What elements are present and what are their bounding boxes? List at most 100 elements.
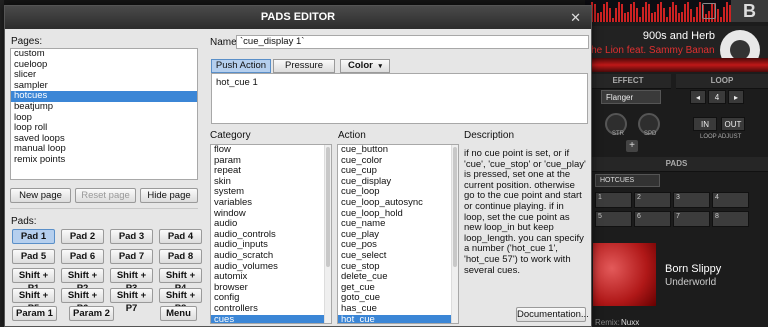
reset-page-button[interactable]: Reset page <box>75 188 136 203</box>
deck-pad-button[interactable]: 7 <box>673 211 710 227</box>
waveform-bar <box>720 16 722 22</box>
deck-pad-button[interactable]: 8 <box>712 211 749 227</box>
pages-list[interactable]: custom cueloop slicer sampler hotcues beatjum… <box>10 48 198 180</box>
list-item[interactable]: variables <box>211 197 331 209</box>
pad-button[interactable]: Pad 1 <box>12 229 55 244</box>
color-dropdown[interactable]: Color ▾ <box>340 59 390 73</box>
action-label: Action <box>338 130 366 141</box>
list-item[interactable]: beatjump <box>11 101 197 113</box>
pad-button[interactable]: Shift + P1 <box>12 268 55 294</box>
deck-pad-button[interactable]: 3 <box>673 192 710 208</box>
tab-push-action[interactable]: Push Action <box>211 59 271 73</box>
waveform-bar <box>696 6 698 22</box>
pad-button[interactable]: Shift + P7 <box>110 288 153 314</box>
waveform-bar <box>693 16 695 22</box>
list-item[interactable]: audio_scratch <box>211 250 331 262</box>
tab-pressure-action[interactable]: Pressure Action <box>273 59 335 83</box>
pad-button[interactable]: Shift + P2 <box>61 268 104 294</box>
deck-artist: The Lion feat. Sammy Bananas <box>585 45 715 56</box>
name-field[interactable]: `cue_display 1` <box>236 35 589 49</box>
waveform-bar <box>681 11 683 22</box>
remix-label: Remix: <box>595 318 620 327</box>
str-label: STR <box>612 131 624 137</box>
waveform-bar <box>657 3 659 22</box>
list-item[interactable]: custom <box>11 49 197 60</box>
dialog-titlebar[interactable]: PADS EDITOR ✕ <box>5 6 591 29</box>
action-script-editor[interactable]: hot_cue 1 <box>211 73 588 124</box>
pad-button[interactable]: Pad 4 <box>159 229 202 244</box>
list-item[interactable]: controllers <box>211 303 331 315</box>
waveform-bar <box>636 8 638 22</box>
waveform-bar <box>603 4 605 22</box>
pad-button[interactable]: Shift + P8 <box>159 288 202 314</box>
hide-page-button[interactable]: Hide page <box>140 188 198 203</box>
deck-pad-number: 2 <box>637 194 641 201</box>
list-item[interactable]: remix points <box>11 154 197 166</box>
pad-button[interactable]: Pad 6 <box>61 249 104 264</box>
pads-mode-select[interactable]: HOTCUES <box>595 174 660 187</box>
pad-button[interactable]: Pad 2 <box>61 229 104 244</box>
scrollbar-thumb[interactable] <box>453 147 457 267</box>
param2-button[interactable]: Param 2 <box>69 306 114 321</box>
param1-button[interactable]: Param 1 <box>12 306 57 321</box>
waveform-bar <box>630 3 632 22</box>
waveform-bar <box>633 2 635 22</box>
deck-pad-number: 1 <box>598 194 602 201</box>
pages-label: Pages: <box>11 36 43 47</box>
waveform-bar <box>609 7 611 22</box>
list-item[interactable]: has_cue <box>338 303 458 315</box>
waveform-bar <box>618 2 620 22</box>
loop-size: 4 <box>708 90 726 104</box>
deck2-title: Born Slippy <box>665 263 722 275</box>
waveform-bar <box>678 13 680 22</box>
deck-letter[interactable]: B <box>731 0 768 22</box>
scrollbar[interactable] <box>451 145 458 323</box>
waveform-bar <box>612 17 614 22</box>
deck-icon[interactable] <box>702 3 716 19</box>
waveform-bar <box>723 6 725 22</box>
waveform-bar <box>651 13 653 22</box>
list-item[interactable]: cue_select <box>338 250 458 262</box>
list-item[interactable]: hot_cue <box>338 314 458 323</box>
list-item[interactable]: cues <box>211 314 331 323</box>
remix-value: Nuxx <box>621 318 640 327</box>
deck2-artist: Underworld <box>665 277 717 288</box>
deck-pad-button[interactable]: 6 <box>634 211 671 227</box>
pads-editor-dialog: PADS EDITOR ✕ Pages: custom cueloop slicer… <box>4 5 592 327</box>
documentation-button[interactable]: Documentation... <box>516 307 589 322</box>
waveform-bar <box>621 4 623 22</box>
deck-pad-number: 4 <box>715 194 719 201</box>
effect-select[interactable]: Flanger <box>601 90 661 104</box>
waveform-bar <box>600 12 602 22</box>
scrollbar-thumb[interactable] <box>326 147 330 267</box>
deck-pad-button[interactable]: 5 <box>595 211 632 227</box>
loop-increase-button[interactable]: ▸ <box>728 90 744 104</box>
loop-decrease-button[interactable]: ◂ <box>690 90 706 104</box>
action-list[interactable]: cue_button cue_color cue_cup cue_display cue… <box>337 144 459 324</box>
list-item[interactable]: flow <box>211 145 331 156</box>
pad-button[interactable]: Pad 7 <box>110 249 153 264</box>
list-item[interactable]: cueloop <box>11 59 197 71</box>
category-label: Category <box>210 130 251 141</box>
scrollbar[interactable] <box>324 145 331 323</box>
pad-button[interactable]: Shift + P3 <box>110 268 153 294</box>
category-list[interactable]: flow param repeat skin system variables window… <box>210 144 332 324</box>
waveform-bar <box>639 17 641 22</box>
new-page-button[interactable]: New page <box>10 188 71 203</box>
pad-button[interactable]: Pad 8 <box>159 249 202 264</box>
close-icon[interactable]: ✕ <box>570 6 581 29</box>
pad-button[interactable]: Pad 3 <box>110 229 153 244</box>
loop-out-button[interactable]: OUT <box>721 117 745 131</box>
list-item[interactable]: cue_loop_autosync <box>338 197 458 209</box>
pad-button[interactable]: Shift + P6 <box>61 288 104 314</box>
deck-pad-button[interactable]: 1 <box>595 192 632 208</box>
menu-button[interactable]: Menu <box>160 306 197 321</box>
pad-button[interactable]: Shift + P4 <box>159 268 202 294</box>
deck-pad-button[interactable]: 2 <box>634 192 671 208</box>
pad-button[interactable]: Shift + P5 <box>12 288 55 314</box>
pad-button[interactable]: Pad 5 <box>12 249 55 264</box>
loop-in-button[interactable]: IN <box>693 117 717 131</box>
add-effect-button[interactable]: + <box>626 140 638 152</box>
list-item[interactable]: cue_button <box>338 145 458 156</box>
deck-pad-button[interactable]: 4 <box>712 192 749 208</box>
